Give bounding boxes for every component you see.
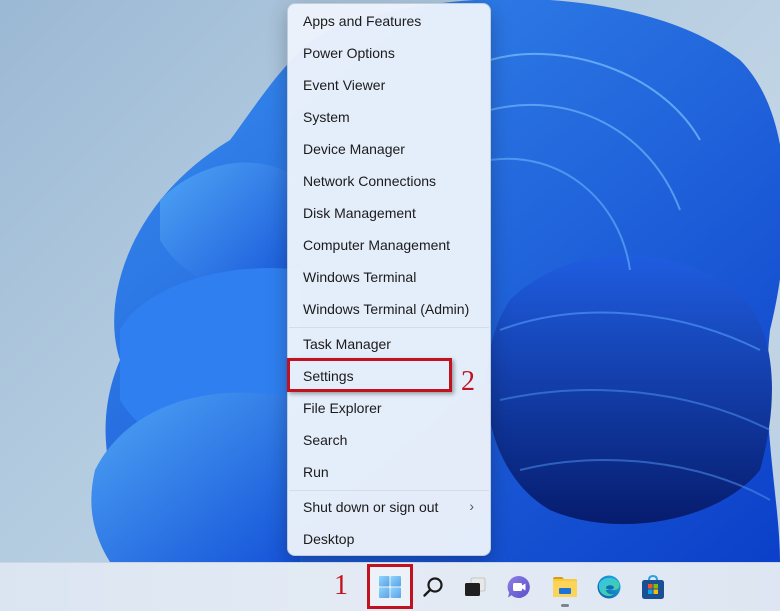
menu-item-label: Disk Management <box>303 205 416 221</box>
menu-item-event-viewer[interactable]: Event Viewer <box>292 70 486 100</box>
menu-item-label: Desktop <box>303 531 355 547</box>
step-2-label: 2 <box>461 366 475 397</box>
menu-item-label: Network Connections <box>303 173 437 189</box>
menu-item-windows-terminal[interactable]: Windows Terminal <box>292 262 486 292</box>
menu-item-run[interactable]: Run <box>292 457 486 487</box>
edge-browser-icon <box>597 575 621 599</box>
task-view-button[interactable] <box>459 571 491 603</box>
menu-item-label: Windows Terminal (Admin) <box>303 301 470 317</box>
menu-item-search[interactable]: Search <box>292 425 486 455</box>
search-button[interactable] <box>417 571 449 603</box>
menu-item-label: Task Manager <box>303 336 391 352</box>
edge-browser-button[interactable] <box>593 571 625 603</box>
menu-item-windows-terminal-admin[interactable]: Windows Terminal (Admin) <box>292 294 486 324</box>
menu-item-desktop[interactable]: Desktop <box>292 524 486 554</box>
menu-separator <box>289 327 489 328</box>
store-icon <box>642 574 664 599</box>
menu-item-computer-management[interactable]: Computer Management <box>292 230 486 260</box>
menu-item-apps-and-features[interactable]: Apps and Features <box>292 6 486 36</box>
menu-item-power-options[interactable]: Power Options <box>292 38 486 68</box>
menu-item-label: Shut down or sign out <box>303 499 439 515</box>
menu-item-task-manager[interactable]: Task Manager <box>292 329 486 359</box>
running-indicator <box>561 604 569 607</box>
teams-chat-icon <box>507 575 530 598</box>
menu-item-label: Run <box>303 464 329 480</box>
winx-context-menu: Apps and Features Power Options Event Vi… <box>287 3 491 556</box>
menu-item-network-connections[interactable]: Network Connections <box>292 166 486 196</box>
menu-item-label: Device Manager <box>303 141 405 157</box>
menu-item-label: Apps and Features <box>303 13 422 29</box>
menu-item-file-explorer[interactable]: File Explorer <box>292 393 486 423</box>
chevron-right-icon: › <box>469 498 474 514</box>
folder-icon <box>553 577 577 597</box>
menu-item-label: Search <box>303 432 348 448</box>
menu-item-shut-down-or-sign-out[interactable]: Shut down or sign out › <box>292 492 486 522</box>
menu-item-label: Power Options <box>303 45 395 61</box>
menu-separator <box>289 490 489 491</box>
menu-item-label: Event Viewer <box>303 77 386 93</box>
menu-item-label: Computer Management <box>303 237 451 253</box>
menu-item-label: Windows Terminal <box>303 269 417 285</box>
menu-item-device-manager[interactable]: Device Manager <box>292 134 486 164</box>
teams-chat-button[interactable] <box>503 571 535 603</box>
microsoft-store-button[interactable] <box>637 571 669 603</box>
search-icon <box>423 577 443 597</box>
menu-item-label: System <box>303 109 350 125</box>
settings-highlight-box <box>287 358 452 392</box>
step-1-label: 1 <box>334 570 348 601</box>
menu-item-label: File Explorer <box>303 400 382 416</box>
task-view-icon <box>465 577 486 596</box>
file-explorer-button[interactable] <box>549 571 581 603</box>
menu-item-disk-management[interactable]: Disk Management <box>292 198 486 228</box>
start-highlight-box <box>367 564 413 609</box>
menu-item-system[interactable]: System <box>292 102 486 132</box>
